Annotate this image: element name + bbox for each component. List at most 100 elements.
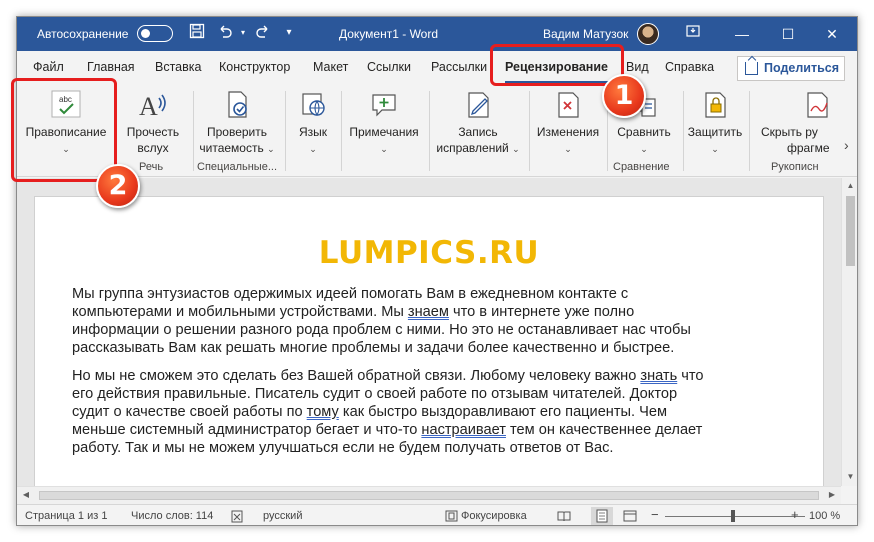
document-canvas: LUMPICS.RU Мы группа энтузиастов одержим… bbox=[17, 178, 841, 496]
highlight-box-spelling bbox=[11, 78, 117, 182]
avatar[interactable] bbox=[637, 23, 659, 45]
step-badge-2: 2 bbox=[96, 164, 140, 208]
language-button[interactable]: Язык ⌄ bbox=[291, 89, 335, 157]
language-icon bbox=[297, 89, 329, 121]
maximize-button[interactable]: ☐ bbox=[775, 21, 801, 47]
tab-mailings[interactable]: Рассылки bbox=[431, 60, 487, 74]
undo-dropdown-icon[interactable]: ▾ bbox=[233, 23, 253, 43]
scroll-thumb[interactable] bbox=[39, 491, 819, 500]
paragraph-line: как быстро выздоравливают его пациенты. … bbox=[338, 404, 668, 420]
ribbon: abc Правописание ⌄ A Прочесть вслух Речь… bbox=[17, 85, 857, 177]
tab-home[interactable]: Главная bbox=[87, 60, 135, 74]
ribbon-separator bbox=[683, 91, 684, 171]
paragraph-line: тем он качественнее делает bbox=[505, 422, 703, 438]
read-mode-icon[interactable] bbox=[557, 510, 571, 525]
document-heading: LUMPICS.RU bbox=[318, 235, 540, 271]
title-bar: Автосохранение ▾ ▾ Документ1 - Word Вади… bbox=[17, 17, 857, 51]
web-layout-icon[interactable] bbox=[623, 510, 637, 525]
tab-references[interactable]: Ссылки bbox=[367, 60, 411, 74]
redo-icon[interactable] bbox=[253, 23, 273, 43]
check-readability-button[interactable]: Проверить читаемость ⌄ bbox=[197, 89, 277, 157]
vertical-scrollbar[interactable]: ▲ ▼ bbox=[841, 178, 857, 486]
zoom-level[interactable]: 100 % bbox=[809, 510, 840, 522]
ribbon-display-icon[interactable] bbox=[683, 23, 703, 43]
scroll-left-icon[interactable]: ◀ bbox=[21, 490, 31, 499]
paragraph-line: что в интернете уже полно bbox=[448, 304, 635, 320]
user-name[interactable]: Вадим Матузок bbox=[543, 27, 628, 41]
paragraph-line: Но мы не сможем это сделать без Вашей об… bbox=[72, 368, 641, 384]
ribbon-tabs: Файл Главная Вставка Конструктор Макет С… bbox=[17, 51, 857, 85]
track-changes-icon bbox=[462, 89, 494, 121]
minimize-button[interactable]: — bbox=[729, 21, 755, 47]
chevron-down-icon: ⌄ bbox=[380, 144, 388, 154]
ribbon-separator bbox=[193, 91, 194, 171]
scroll-thumb[interactable] bbox=[846, 196, 855, 266]
chevron-down-icon: ⌄ bbox=[564, 144, 572, 154]
changes-button[interactable]: Изменения ⌄ bbox=[531, 89, 605, 157]
chevron-down-icon: ⌄ bbox=[711, 144, 719, 154]
focus-mode-label[interactable]: Фокусировка bbox=[461, 510, 527, 522]
save-icon[interactable] bbox=[187, 23, 207, 43]
hide-ink-button[interactable]: Скрыть ру фрагме bbox=[755, 89, 839, 156]
zoom-slider-thumb[interactable] bbox=[731, 510, 735, 522]
read-aloud-label-1: Прочесть bbox=[126, 125, 180, 139]
ribbon-separator bbox=[285, 91, 286, 171]
undo-icon[interactable] bbox=[215, 23, 235, 43]
share-button[interactable]: Поделиться bbox=[737, 56, 845, 81]
print-layout-icon[interactable] bbox=[591, 507, 613, 525]
autosave-toggle[interactable] bbox=[137, 25, 173, 42]
chevron-right-icon[interactable]: › bbox=[844, 137, 849, 153]
close-button[interactable]: ✕ bbox=[819, 21, 845, 47]
group-label-special: Специальные... bbox=[197, 161, 277, 173]
track-changes-button[interactable]: Запись исправлений ⌄ bbox=[433, 89, 523, 157]
paragraph-line: его действия правильные. Писатель судит … bbox=[72, 386, 678, 402]
read-aloud-button[interactable]: A Прочесть вслух bbox=[121, 89, 185, 156]
ribbon-separator bbox=[749, 91, 750, 171]
grammar-flagged-word[interactable]: знаем bbox=[408, 304, 449, 320]
hide-ink-label-1: Скрыть ру bbox=[761, 125, 818, 139]
horizontal-scrollbar[interactable]: ◀ ▶ bbox=[17, 486, 841, 504]
language-status[interactable]: русский bbox=[263, 510, 302, 522]
chevron-down-icon: ⌄ bbox=[512, 144, 520, 154]
share-label: Поделиться bbox=[764, 61, 840, 75]
tab-layout[interactable]: Макет bbox=[313, 60, 348, 74]
zoom-slider[interactable] bbox=[665, 516, 805, 517]
document-page[interactable]: LUMPICS.RU Мы группа энтузиастов одержим… bbox=[34, 196, 824, 496]
grammar-flagged-word[interactable]: знать bbox=[640, 368, 677, 384]
tab-design[interactable]: Конструктор bbox=[219, 60, 290, 74]
compare-label: Сравнить bbox=[617, 125, 671, 139]
zoom-out-button[interactable]: − bbox=[651, 507, 659, 522]
read-aloud-icon: A bbox=[137, 89, 169, 121]
highlight-box-review-tab bbox=[490, 44, 624, 86]
scroll-right-icon[interactable]: ▶ bbox=[827, 490, 837, 499]
tab-help[interactable]: Справка bbox=[665, 60, 714, 74]
group-label-compare: Сравнение bbox=[613, 161, 670, 173]
track-changes-label-2: исправлений bbox=[436, 141, 509, 155]
svg-text:A: A bbox=[139, 92, 158, 121]
customize-toolbar-icon[interactable]: ▾ bbox=[279, 23, 299, 43]
scroll-down-icon[interactable]: ▼ bbox=[842, 472, 857, 481]
paragraph-2: Но мы не сможем это сделать без Вашей об… bbox=[72, 367, 792, 457]
paragraph-1: Мы группа энтузиастов одержимых идеей по… bbox=[72, 285, 792, 357]
comments-button[interactable]: Примечания ⌄ bbox=[345, 89, 423, 157]
paragraph-line: что bbox=[677, 368, 704, 384]
scroll-up-icon[interactable]: ▲ bbox=[842, 181, 857, 190]
chevron-down-icon: ⌄ bbox=[640, 144, 648, 154]
track-changes-label-1: Запись bbox=[458, 125, 498, 139]
group-label-speech: Речь bbox=[139, 161, 164, 173]
paragraph-line: работу. Так и мы не можем улучшаться есл… bbox=[72, 440, 614, 456]
tab-view[interactable]: Вид bbox=[626, 60, 649, 74]
grammar-flagged-word[interactable]: настраивает bbox=[421, 422, 506, 438]
protect-button[interactable]: Защитить ⌄ bbox=[685, 89, 745, 157]
tab-file[interactable]: Файл bbox=[33, 60, 64, 74]
proofing-icon[interactable] bbox=[231, 510, 245, 525]
grammar-flagged-word[interactable]: тому bbox=[307, 404, 339, 420]
page-count[interactable]: Страница 1 из 1 bbox=[25, 510, 107, 522]
focus-icon[interactable] bbox=[445, 510, 458, 525]
tab-insert[interactable]: Вставка bbox=[155, 60, 201, 74]
ribbon-separator bbox=[529, 91, 530, 171]
word-count[interactable]: Число слов: 114 bbox=[131, 510, 213, 522]
group-label-ink: Рукописн bbox=[771, 161, 819, 173]
zoom-in-button[interactable]: + bbox=[791, 507, 799, 522]
lock-icon bbox=[699, 89, 731, 121]
